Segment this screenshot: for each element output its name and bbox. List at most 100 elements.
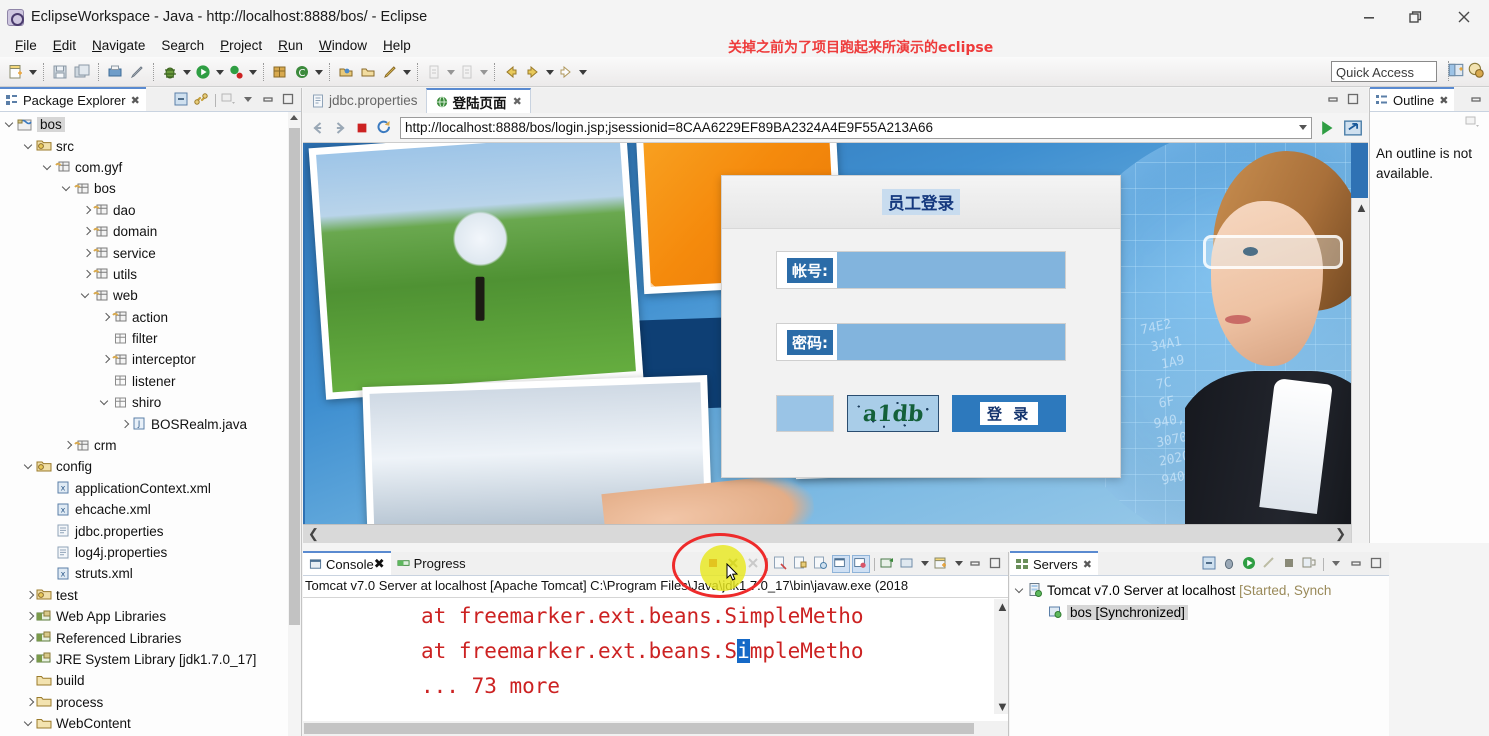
scroll-up-icon[interactable] <box>290 115 298 120</box>
menu-project[interactable]: Project <box>212 37 270 54</box>
maximize-view-icon[interactable] <box>1368 555 1386 573</box>
forward-nav-dropdown-icon[interactable] <box>577 61 588 83</box>
tree-item[interactable]: J BOSRealm.java <box>0 413 301 434</box>
chevron-right-icon[interactable] <box>99 349 112 370</box>
new-package-icon[interactable] <box>270 61 290 83</box>
save-all-icon[interactable] <box>72 61 92 83</box>
tab-servers[interactable]: Servers ✖ <box>1010 551 1099 575</box>
minimize-view-icon[interactable] <box>967 555 985 573</box>
tree-item[interactable]: interceptor <box>0 349 301 370</box>
tree-item[interactable]: action <box>0 307 301 328</box>
chevron-right-icon[interactable] <box>23 692 36 713</box>
tree-item[interactable]: process <box>0 692 301 713</box>
chevron-right-icon[interactable] <box>23 606 36 627</box>
chevron-down-icon[interactable] <box>919 555 931 573</box>
maximize-view-icon[interactable] <box>987 555 1005 573</box>
tree-item[interactable]: com.gyf <box>0 157 301 178</box>
view-menu-chevron-icon[interactable] <box>240 91 258 109</box>
package-explorer-scrollbar[interactable] <box>288 112 301 736</box>
pin-console-icon[interactable] <box>812 555 830 573</box>
external-tools-dropdown-icon[interactable] <box>247 61 258 83</box>
scroll-lock-icon[interactable] <box>792 555 810 573</box>
tree-item[interactable]: utils <box>0 264 301 285</box>
tree-item[interactable]: filter <box>0 328 301 349</box>
chevron-right-icon[interactable] <box>80 243 93 264</box>
chevron-down-icon[interactable] <box>1014 580 1027 601</box>
close-icon[interactable]: ✖ <box>374 556 385 572</box>
chevron-down-icon[interactable] <box>4 114 17 135</box>
quick-access-input[interactable]: Quick Access <box>1331 61 1437 82</box>
chevron-right-icon[interactable] <box>80 221 93 242</box>
close-icon[interactable]: ✖ <box>131 94 140 107</box>
tree-item[interactable]: x ehcache.xml <box>0 499 301 520</box>
console-horizontal-scrollbar[interactable] <box>303 721 1008 736</box>
menu-window[interactable]: Window <box>311 37 375 54</box>
view-menu-icon[interactable] <box>220 91 238 109</box>
minimize-view-icon[interactable] <box>1348 555 1366 573</box>
tab-package-explorer[interactable]: Package Explorer ✖ <box>0 87 146 111</box>
print-icon[interactable] <box>105 61 125 83</box>
show-console-icon[interactable] <box>832 555 850 573</box>
captcha-image[interactable]: a1db <box>846 395 940 432</box>
menu-help[interactable]: Help <box>375 37 419 54</box>
tree-item[interactable]: shiro <box>0 392 301 413</box>
browser-stop-icon[interactable] <box>352 118 372 138</box>
new-console-view-icon[interactable] <box>933 555 951 573</box>
tree-item[interactable]: listener <box>0 371 301 392</box>
server-tree-item[interactable]: Tomcat v7.0 Server at localhost [Started… <box>1010 579 1389 601</box>
publish-server-icon[interactable] <box>1301 555 1319 573</box>
menu-navigate[interactable]: Navigate <box>84 37 153 54</box>
link-with-editor-icon[interactable] <box>193 91 211 109</box>
outline-view-menu-icon[interactable] <box>1464 114 1482 132</box>
chevron-down-icon[interactable] <box>23 713 36 734</box>
close-icon[interactable]: ✖ <box>1439 94 1448 107</box>
password-field-row[interactable]: 密码: <box>776 323 1066 361</box>
chevron-down-icon[interactable] <box>80 285 93 306</box>
minimize-view-icon[interactable] <box>260 91 278 109</box>
scroll-right-icon[interactable]: ❯ <box>1335 526 1346 542</box>
tree-item[interactable]: test <box>0 585 301 606</box>
run-icon[interactable] <box>193 61 213 83</box>
maximize-view-icon[interactable] <box>280 91 298 109</box>
new-icon[interactable] <box>6 61 26 83</box>
minimize-editor-icon[interactable] <box>1325 91 1343 109</box>
tree-item[interactable]: jdbc.properties <box>0 520 301 541</box>
console-output[interactable]: at freemarker.ext.beans.SimpleMetho at fr… <box>303 599 1008 736</box>
restore-button[interactable] <box>1392 0 1439 34</box>
tree-item[interactable]: service <box>0 242 301 263</box>
scroll-up-icon[interactable]: ▲ <box>1355 200 1368 215</box>
chevron-down-icon[interactable] <box>23 136 36 157</box>
tab-console[interactable]: Console ✖ <box>303 551 391 575</box>
tree-item[interactable]: build <box>0 670 301 691</box>
browser-back-icon[interactable] <box>308 118 328 138</box>
chevron-down-icon[interactable] <box>1299 124 1307 130</box>
forward-nav-icon[interactable] <box>556 61 576 83</box>
menu-run[interactable]: Run <box>270 37 311 54</box>
minimize-view-icon[interactable] <box>1468 91 1486 109</box>
new-class-icon[interactable]: C <box>292 61 312 83</box>
new-console-dropdown-icon[interactable] <box>953 555 965 573</box>
marker-dropdown-icon[interactable] <box>401 61 412 83</box>
debug-icon[interactable] <box>160 61 180 83</box>
minimize-button[interactable] <box>1345 0 1392 34</box>
tree-item[interactable]: Referenced Libraries <box>0 627 301 648</box>
url-input[interactable]: http://localhost:8888/bos/login.jsp;jses… <box>400 116 1312 139</box>
history-dropdown-icon[interactable] <box>544 61 555 83</box>
start-server-icon[interactable] <box>1241 555 1259 573</box>
chevron-right-icon[interactable] <box>80 200 93 221</box>
run-dropdown-icon[interactable] <box>214 61 225 83</box>
save-icon[interactable] <box>50 61 70 83</box>
scroll-up-icon[interactable]: ▲ <box>996 599 1009 614</box>
servers-tree[interactable]: Tomcat v7.0 Server at localhost [Started… <box>1010 576 1389 623</box>
previous-annotation-dropdown-icon[interactable] <box>478 61 489 83</box>
open-perspective-icon[interactable] <box>1447 61 1467 81</box>
captcha-input[interactable] <box>776 395 834 432</box>
scrollbar-thumb[interactable] <box>304 723 974 734</box>
new-dropdown-icon[interactable] <box>27 61 38 83</box>
menu-search[interactable]: Search <box>153 37 212 54</box>
chevron-down-icon[interactable] <box>61 178 74 199</box>
close-icon[interactable]: ✖ <box>1083 558 1092 571</box>
clear-console-icon[interactable] <box>772 555 790 573</box>
tree-item[interactable]: JRE System Library [jdk1.7.0_17] <box>0 649 301 670</box>
chevron-right-icon[interactable] <box>23 649 36 670</box>
